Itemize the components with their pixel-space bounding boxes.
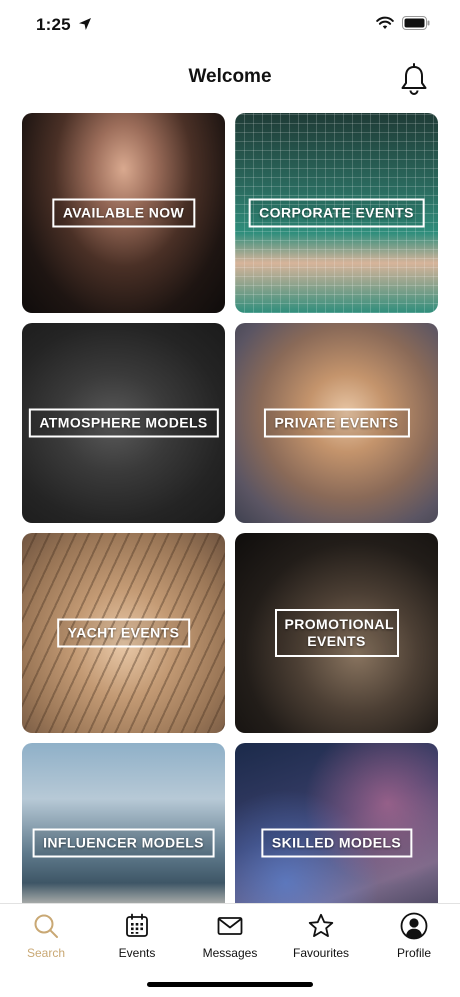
wifi-icon — [376, 16, 394, 29]
notifications-button[interactable] — [398, 62, 430, 96]
home-indicator — [147, 982, 313, 987]
card-corporate-events[interactable]: CORPORATE EVENTS — [235, 113, 438, 313]
card-label: AVAILABLE NOW — [51, 198, 196, 228]
card-skilled-models[interactable]: SKILLED MODELS — [235, 743, 438, 903]
tab-bar: Search Events Messages Favourites Profil… — [0, 903, 460, 997]
card-private-events[interactable]: PRIVATE EVENTS — [235, 323, 438, 523]
location-arrow-icon — [79, 18, 91, 30]
card-image — [235, 743, 438, 903]
card-label: YACHT EVENTS — [56, 618, 191, 648]
status-bar: 1:25 — [0, 0, 460, 50]
tab-label: Favourites — [292, 946, 350, 960]
bell-icon — [401, 63, 427, 95]
search-icon — [34, 914, 58, 938]
tab-events[interactable]: Events — [97, 912, 177, 964]
star-icon — [308, 913, 334, 937]
battery-icon — [402, 16, 430, 30]
tab-label: Profile — [396, 946, 431, 960]
envelope-icon — [217, 917, 243, 935]
status-time: 1:25 — [36, 15, 71, 34]
card-label: INFLUENCER MODELS — [32, 828, 215, 858]
tab-label: Search — [26, 946, 66, 960]
card-label: SKILLED MODELS — [260, 828, 413, 858]
card-atmosphere-models[interactable]: ATMOSPHERE MODELS — [22, 323, 225, 523]
tab-label: Messages — [202, 946, 258, 960]
card-label: ATMOSPHERE MODELS — [28, 408, 219, 438]
tab-profile[interactable]: Profile — [374, 912, 454, 964]
tab-search[interactable]: Search — [6, 912, 86, 964]
card-yacht-events[interactable]: YACHT EVENTS — [22, 533, 225, 733]
card-available-now[interactable]: AVAILABLE NOW — [22, 113, 225, 313]
card-label: CORPORATE EVENTS — [248, 198, 425, 228]
tab-favourites[interactable]: Favourites — [281, 912, 361, 964]
card-label: PROMOTIONAL EVENTS — [274, 609, 399, 657]
card-promotional-events[interactable]: PROMOTIONAL EVENTS — [235, 533, 438, 733]
card-label: PRIVATE EVENTS — [263, 408, 410, 438]
status-indicators — [376, 16, 430, 30]
card-influencer-models[interactable]: INFLUENCER MODELS — [22, 743, 225, 903]
tab-messages[interactable]: Messages — [190, 912, 270, 964]
tab-label: Events — [118, 946, 156, 960]
page-title: Welcome — [188, 66, 272, 87]
header: Welcome — [0, 56, 460, 100]
category-grid: AVAILABLE NOW CORPORATE EVENTS ATMOSPHER… — [22, 113, 438, 903]
calendar-icon — [126, 913, 148, 937]
card-image — [22, 743, 225, 903]
profile-icon — [400, 912, 428, 940]
